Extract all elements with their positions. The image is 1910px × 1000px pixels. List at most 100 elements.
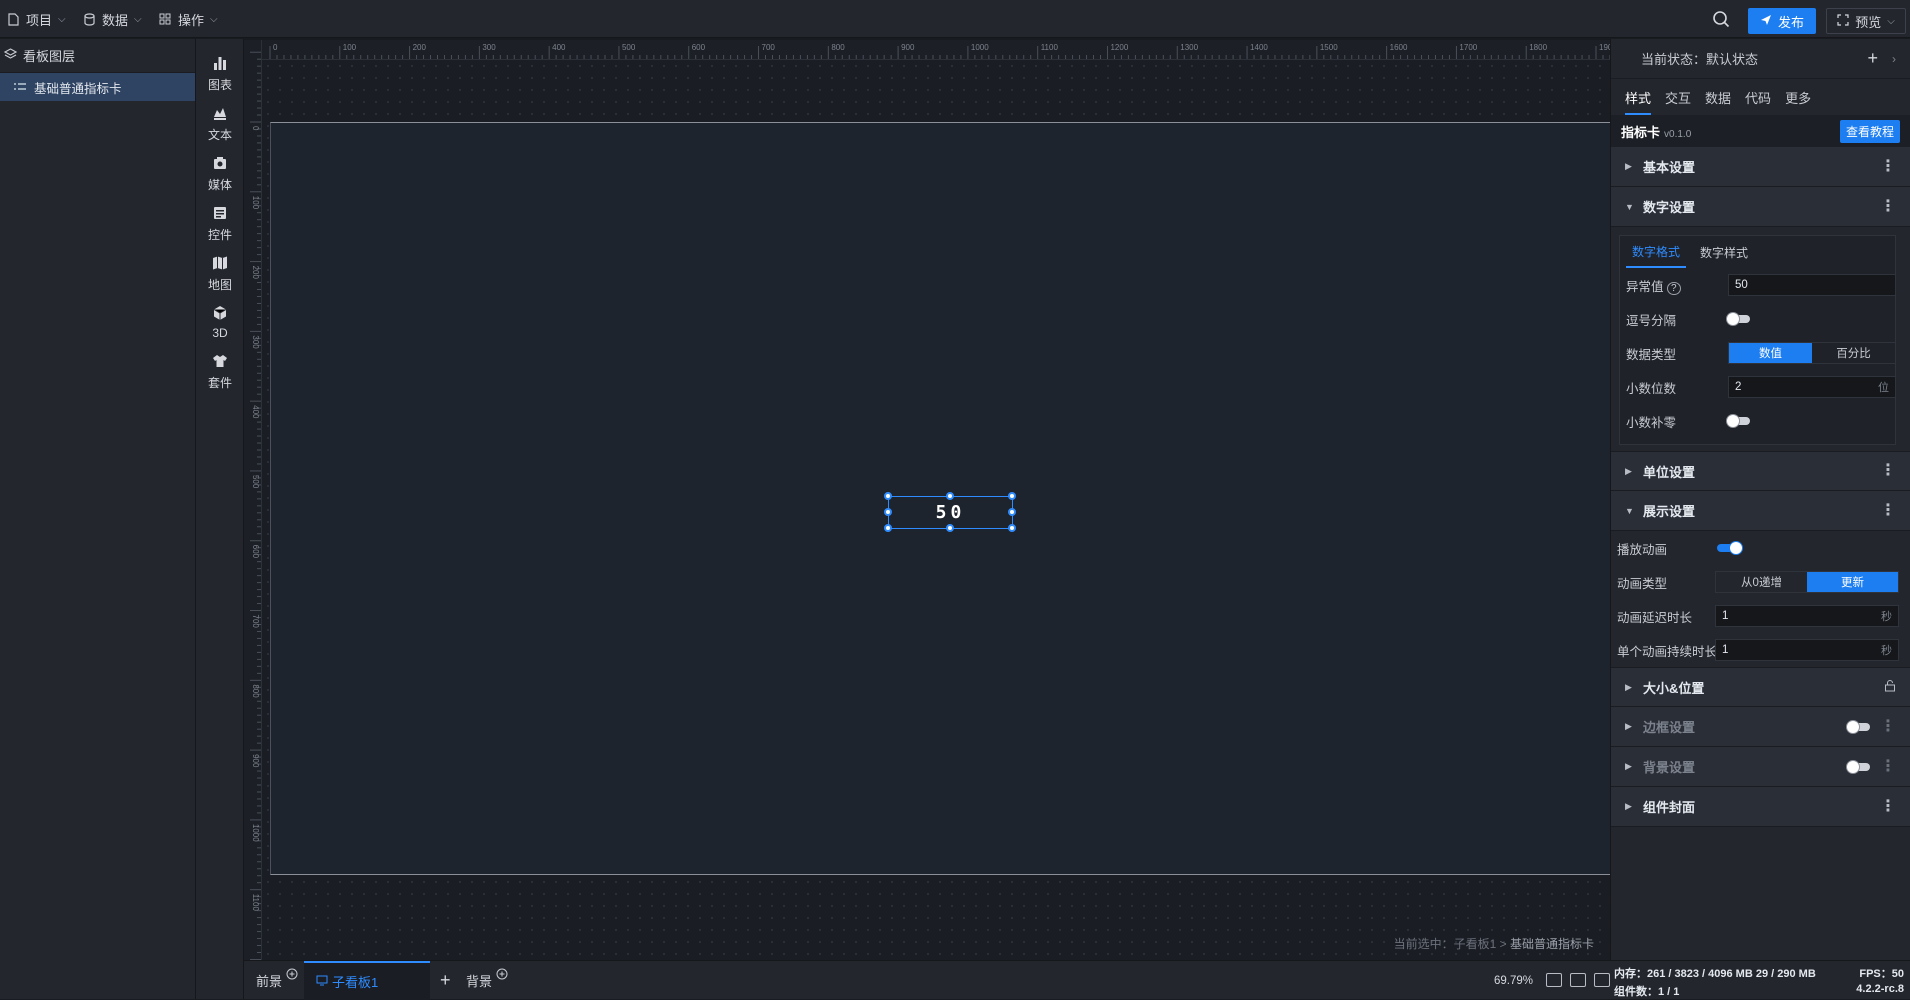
subtab-number-format[interactable]: 数字格式 (1626, 237, 1687, 268)
comma-toggle[interactable] (1726, 312, 1750, 326)
menu-data[interactable]: 数据 ⌵ (82, 0, 142, 38)
more-vertical-icon[interactable]: ⋮ (1880, 463, 1896, 479)
resize-handle[interactable] (1008, 492, 1016, 500)
keyboard-icon[interactable] (1570, 973, 1586, 987)
input-value: 50 (1735, 279, 1748, 291)
tab-data[interactable]: 数据 (1705, 88, 1731, 107)
tab-code[interactable]: 代码 (1745, 88, 1771, 107)
add-state-icon[interactable]: + (1867, 48, 1878, 69)
tool-media[interactable]: 媒体 (196, 149, 244, 199)
artboard[interactable]: 50 (270, 122, 1610, 875)
ruler-vertical[interactable]: 0 100 200 300 400 500 600 700 800 900 1000 1100 (244, 40, 262, 960)
section-border[interactable]: ▶ 边框设置 ⋮ (1611, 707, 1910, 747)
section-number[interactable]: ▼ 数字设置 ⋮ (1611, 187, 1910, 227)
ruler-tick-label: 1500 (1320, 43, 1338, 52)
ruler-tick-label: 1200 (1110, 43, 1128, 52)
resize-handle[interactable] (1008, 508, 1016, 516)
ruler-tick-label: 1800 (1529, 43, 1547, 52)
tool-map[interactable]: 地图 (196, 249, 244, 299)
tab-interaction[interactable]: 交互 (1665, 88, 1691, 107)
background-toggle[interactable] (1846, 759, 1870, 774)
menu-project[interactable]: 项目 ⌵ (6, 0, 66, 38)
add-tab-button[interactable]: + (440, 961, 451, 1000)
menu-operation[interactable]: 操作 ⌵ (158, 0, 218, 38)
performance-stats: 内存：261 / 3823 / 4096 MB 29 / 290 MB FPS：… (1610, 960, 1910, 999)
section-background[interactable]: ▶ 背景设置 ⋮ (1611, 747, 1910, 787)
fit-screen-icon[interactable] (1546, 973, 1562, 987)
field-label: 逗号分隔 (1626, 313, 1677, 328)
play-animation-toggle[interactable] (1717, 541, 1743, 555)
unit-label: 位 (1878, 382, 1889, 394)
resize-handle[interactable] (884, 524, 892, 532)
option-percent[interactable]: 百分比 (1812, 343, 1895, 363)
section-size-position[interactable]: ▶ 大小&位置 (1611, 667, 1910, 707)
option-from-zero[interactable]: 从0递增 (1716, 572, 1807, 592)
more-vertical-icon[interactable]: ⋮ (1880, 798, 1896, 815)
more-vertical-icon[interactable]: ⋮ (1880, 718, 1896, 735)
caret-down-icon: ▼ (1625, 505, 1634, 516)
resize-handle[interactable] (884, 492, 892, 500)
tab-background[interactable]: 背景 (466, 961, 508, 1000)
pad-zero-toggle[interactable] (1726, 414, 1750, 428)
suite-icon (212, 353, 228, 372)
caret-right-icon: ▶ (1625, 681, 1632, 692)
tool-text[interactable]: 文本 (196, 99, 244, 149)
anim-delay-input[interactable]: 1秒 (1715, 605, 1899, 627)
caret-right-icon: ▶ (1625, 721, 1632, 731)
zoom-value: 69.79% (1494, 974, 1534, 987)
pad-zero-row: 小数补零 (1620, 404, 1895, 438)
ruler-tick-label: 700 (251, 615, 260, 629)
abnormal-value-input[interactable]: 50 (1728, 274, 1896, 296)
more-vertical-icon[interactable]: ⋮ (1880, 158, 1896, 175)
border-toggle[interactable] (1846, 719, 1870, 734)
add-circle-icon[interactable] (286, 968, 298, 983)
anim-duration-input[interactable]: 1秒 (1715, 639, 1899, 661)
tab-foreground[interactable]: 前景 (256, 961, 298, 1000)
more-vertical-icon[interactable]: ⋮ (1880, 758, 1896, 775)
more-vertical-icon[interactable]: ⋮ (1880, 502, 1896, 519)
lock-icon[interactable] (1884, 679, 1896, 695)
publish-button[interactable]: 发布 (1748, 8, 1816, 34)
zoom-level[interactable]: 69.79% (1494, 961, 1533, 1000)
section-cover[interactable]: ▶ 组件封面 ⋮ (1611, 787, 1910, 827)
section-basic[interactable]: ▶ 基本设置 ⋮ (1611, 147, 1910, 187)
option-numeric[interactable]: 数值 (1729, 343, 1812, 363)
ruler-tick-label: 600 (692, 43, 706, 52)
tab-style[interactable]: 样式 (1625, 88, 1652, 115)
ruler-tick-label: 1100 (251, 894, 260, 912)
section-label: 背景设置 (1643, 760, 1696, 775)
current-state[interactable]: 当前状态：默认状态 (1641, 49, 1758, 68)
tool-label: 媒体 (207, 178, 232, 192)
section-display[interactable]: ▼ 展示设置 ⋮ (1611, 491, 1910, 531)
option-update[interactable]: 更新 (1807, 572, 1898, 592)
decimals-input[interactable]: 2位 (1728, 376, 1896, 398)
ruler-tick-label: 400 (251, 405, 260, 419)
preview-button[interactable]: 预览 ⌵ (1826, 8, 1906, 34)
resize-handle[interactable] (1008, 524, 1016, 532)
tab-sub-board[interactable]: 子看板1 (304, 961, 430, 1000)
indicator-card-widget[interactable]: 50 (884, 492, 1016, 532)
subtab-number-style[interactable]: 数字样式 (1700, 244, 1748, 261)
search-icon[interactable] (1712, 10, 1730, 28)
resize-handle[interactable] (946, 524, 954, 532)
tool-suite[interactable]: 套件 (196, 347, 244, 397)
chevron-right-icon[interactable]: › (1892, 52, 1896, 66)
tool-chart[interactable]: 图表 (196, 49, 244, 99)
unit-label: 秒 (1881, 645, 1892, 657)
add-circle-icon[interactable] (496, 968, 508, 983)
canvas-area[interactable]: 50 当前选中：子看板1 > 基础普通指标卡 (262, 60, 1610, 960)
tool-3d[interactable]: 3D (196, 297, 244, 347)
more-vertical-icon[interactable]: ⋮ (1880, 198, 1896, 215)
layer-item[interactable]: 基础普通指标卡 (0, 73, 195, 101)
field-label: 数据类型 (1626, 347, 1677, 362)
help-icon[interactable]: ? (1667, 281, 1681, 295)
section-unit[interactable]: ▶ 单位设置 ⋮ (1611, 451, 1910, 491)
props-tabs: 样式 交互 数据 代码 更多 (1611, 79, 1910, 115)
resize-handle[interactable] (946, 492, 954, 500)
terminal-icon[interactable] (1594, 973, 1610, 987)
resize-handle[interactable] (884, 508, 892, 516)
tab-more[interactable]: 更多 (1785, 88, 1811, 107)
ruler-horizontal[interactable]: 0 100 200 300 400 500 600 700 800 900 1000 1100 1200… (262, 40, 1610, 60)
view-tutorial-button[interactable]: 查看教程 (1839, 119, 1900, 143)
tool-control[interactable]: 控件 (196, 199, 244, 249)
